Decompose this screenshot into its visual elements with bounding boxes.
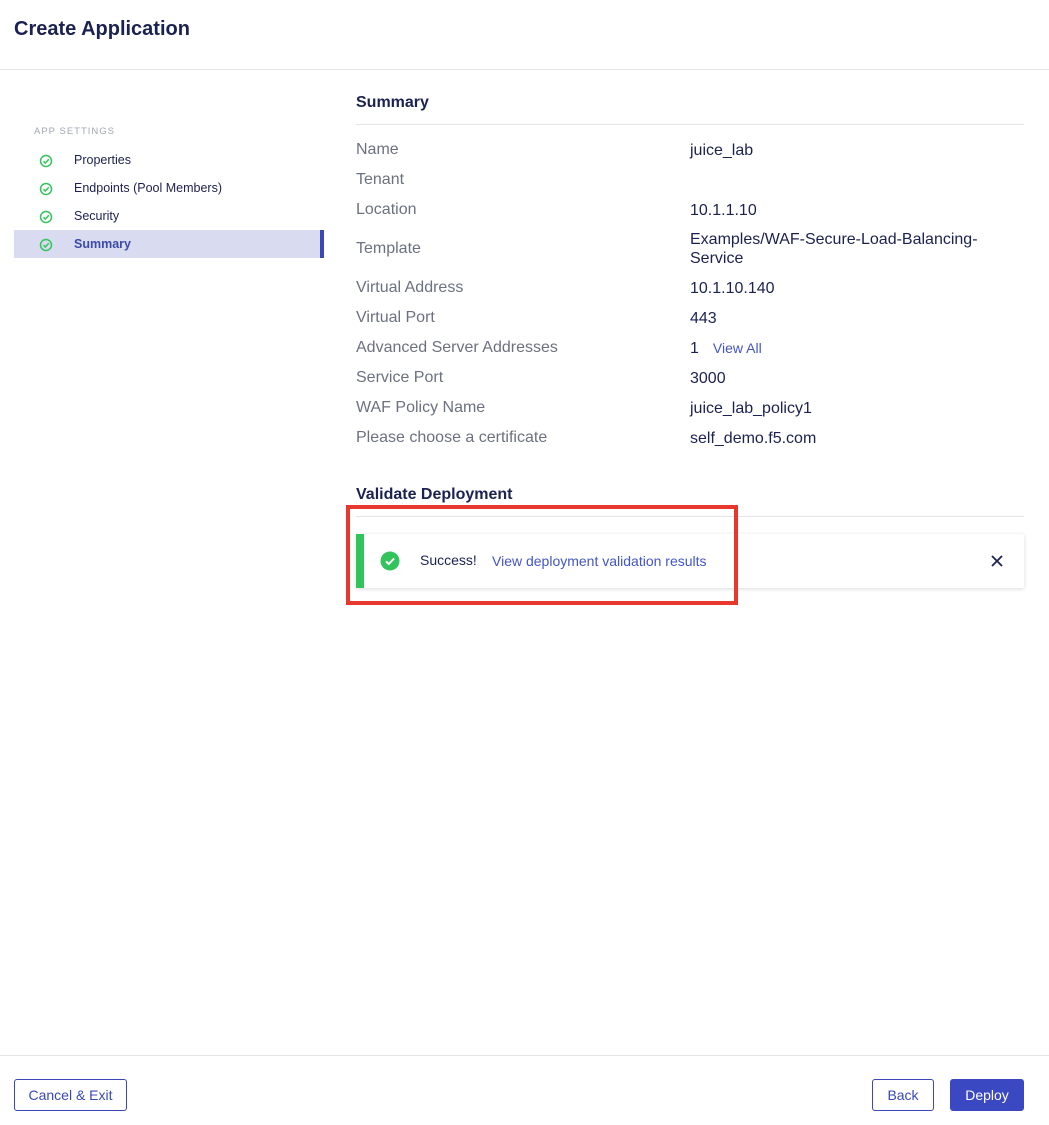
summary-row-name: Name juice_lab xyxy=(356,135,1024,165)
row-value: 1 xyxy=(690,339,699,357)
deploy-button[interactable]: Deploy xyxy=(950,1079,1024,1111)
sidebar-item-label: Security xyxy=(74,209,120,223)
row-key: Name xyxy=(356,141,399,158)
sidebar-section-label: APP SETTINGS xyxy=(34,126,115,137)
row-key: Advanced Server Addresses xyxy=(356,339,558,356)
row-key: Please choose a certificate xyxy=(356,429,548,446)
row-key: Virtual Address xyxy=(356,279,464,296)
summary-row-advanced-server-addresses: Advanced Server Addresses 1 View All xyxy=(356,333,1024,363)
summary-title: Summary xyxy=(356,92,1024,125)
summary-row-service-port: Service Port 3000 xyxy=(356,363,1024,393)
summary-list: Name juice_lab Tenant Location 10.1.1.10… xyxy=(356,125,1024,453)
toast-message: Success! xyxy=(420,552,477,568)
sidebar-item-label: Summary xyxy=(74,237,131,251)
row-key: WAF Policy Name xyxy=(356,399,486,416)
row-key: Tenant xyxy=(356,171,405,188)
validate-deployment-section: Validate Deployment xyxy=(356,484,1024,517)
sidebar-item-security[interactable]: Security xyxy=(14,202,324,230)
success-check-icon xyxy=(380,551,400,571)
sidebar-nav: APP SETTINGS Properties Endpoints (Pool … xyxy=(14,118,324,258)
footer-bar: Cancel & Exit Back Deploy xyxy=(0,1055,1049,1125)
row-value: Examples/WAF-Secure-Load-Balancing-Servi… xyxy=(690,231,978,267)
row-key: Virtual Port xyxy=(356,309,435,326)
page-title: Create Application xyxy=(14,18,190,40)
check-circle-icon xyxy=(39,210,53,224)
row-value: 443 xyxy=(690,309,717,327)
row-value: self_demo.f5.com xyxy=(690,429,817,447)
row-value: 10.1.1.10 xyxy=(690,201,757,219)
summary-row-template: Template Examples/WAF-Secure-Load-Balanc… xyxy=(356,225,1024,273)
sidebar-item-endpoints[interactable]: Endpoints (Pool Members) xyxy=(14,174,324,202)
summary-row-virtual-port: Virtual Port 443 xyxy=(356,303,1024,333)
check-circle-icon xyxy=(39,238,53,252)
row-value-group: 1 View All xyxy=(690,339,1010,358)
sidebar-item-summary[interactable]: Summary xyxy=(14,230,324,258)
row-value: juice_lab_policy1 xyxy=(690,399,812,417)
success-toast: Success! View deployment validation resu… xyxy=(356,534,1024,588)
summary-row-virtual-address: Virtual Address 10.1.10.140 xyxy=(356,273,1024,303)
cancel-exit-button[interactable]: Cancel & Exit xyxy=(14,1079,127,1111)
check-circle-icon xyxy=(39,182,53,196)
summary-row-certificate: Please choose a certificate self_demo.f5… xyxy=(356,423,1024,453)
row-key: Service Port xyxy=(356,369,444,386)
row-key: Template xyxy=(356,240,421,257)
summary-section: Summary Name juice_lab Tenant Location 1… xyxy=(356,92,1024,453)
sidebar-item-label: Properties xyxy=(74,153,131,167)
row-value: 3000 xyxy=(690,369,726,387)
sidebar-item-properties[interactable]: Properties xyxy=(14,146,324,174)
check-circle-icon xyxy=(39,154,53,168)
row-value: 10.1.10.140 xyxy=(690,279,775,297)
view-all-link[interactable]: View All xyxy=(713,340,762,356)
page-header: Create Application xyxy=(0,0,1049,70)
close-icon[interactable] xyxy=(988,552,1006,570)
toast-status-bar xyxy=(356,534,364,588)
back-button[interactable]: Back xyxy=(872,1079,934,1111)
summary-row-tenant: Tenant xyxy=(356,165,1024,195)
row-key: Location xyxy=(356,201,417,218)
row-value: juice_lab xyxy=(690,141,754,159)
summary-row-waf-policy-name: WAF Policy Name juice_lab_policy1 xyxy=(356,393,1024,423)
view-validation-results-link[interactable]: View deployment validation results xyxy=(492,553,707,569)
summary-row-location: Location 10.1.1.10 xyxy=(356,195,1024,225)
validate-deployment-title: Validate Deployment xyxy=(356,484,1024,517)
sidebar-item-label: Endpoints (Pool Members) xyxy=(74,181,222,195)
